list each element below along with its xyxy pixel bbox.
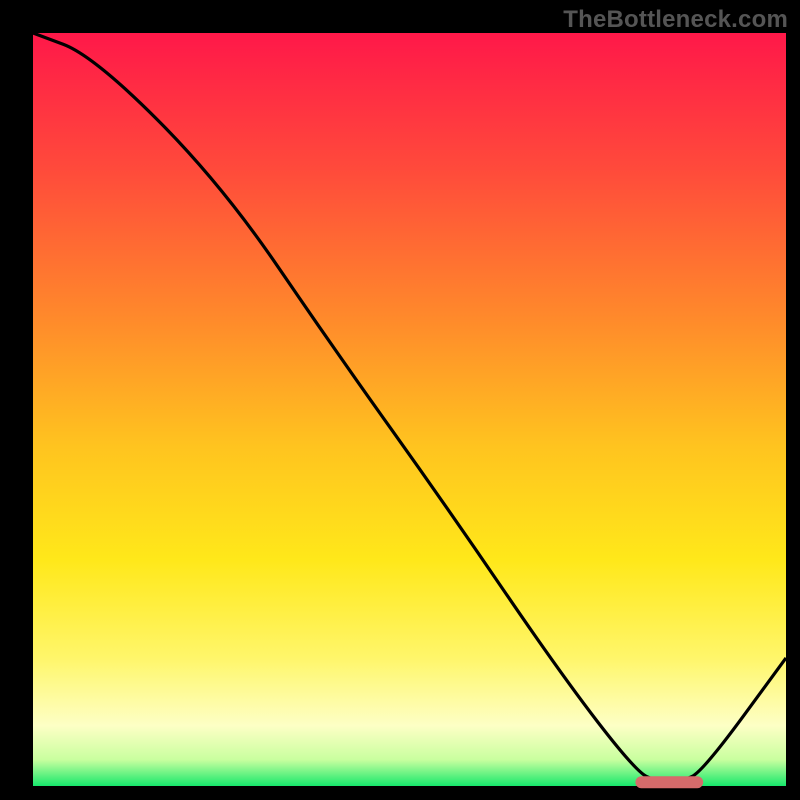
bottleneck-chart <box>0 0 800 800</box>
chart-frame: TheBottleneck.com <box>0 0 800 800</box>
plot-background <box>33 33 786 786</box>
optimal-marker <box>635 776 703 788</box>
watermark-text: TheBottleneck.com <box>563 6 788 34</box>
